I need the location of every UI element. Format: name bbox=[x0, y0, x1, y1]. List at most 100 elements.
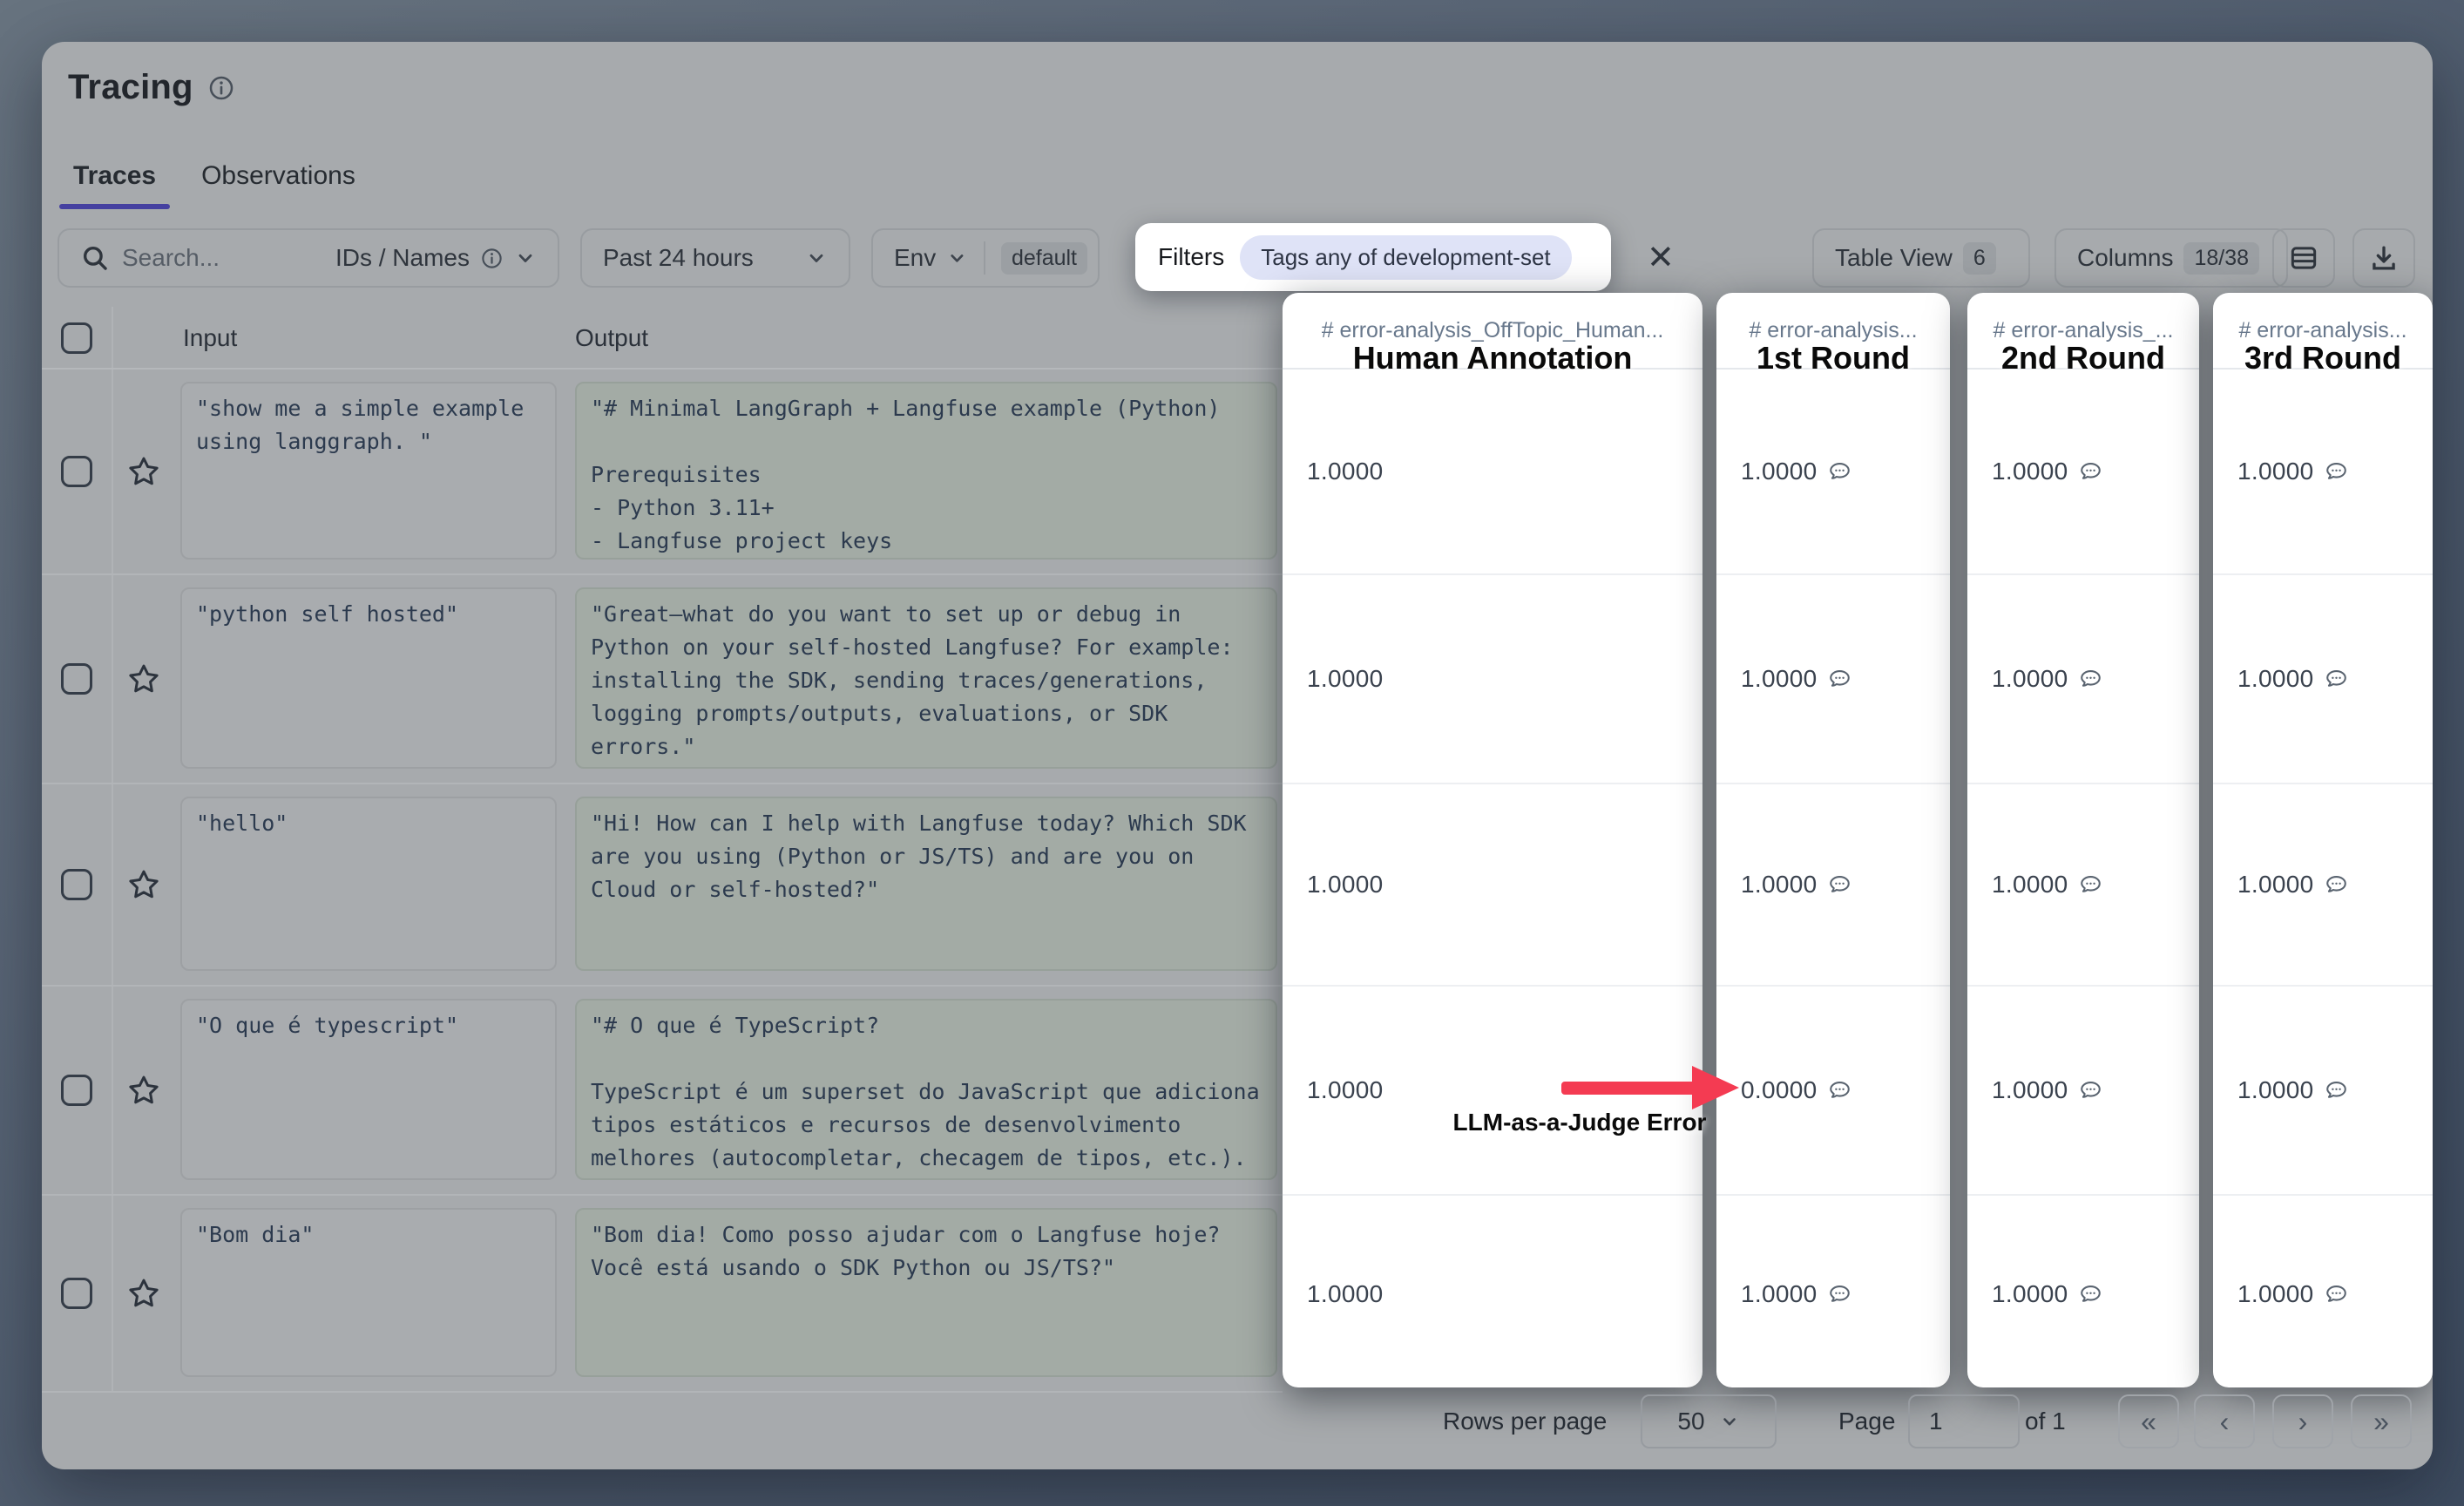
chevron-down-icon bbox=[805, 247, 828, 269]
output-cell[interactable]: "# O que é TypeScript? TypeScript é um s… bbox=[575, 999, 1277, 1180]
score-cell[interactable]: 1.0000 bbox=[1283, 784, 1702, 987]
comment-icon[interactable] bbox=[2078, 1078, 2103, 1103]
star-icon[interactable] bbox=[127, 1074, 160, 1107]
first-page-button[interactable]: « bbox=[2118, 1394, 2179, 1448]
table-row[interactable]: "Bom dia" "Bom dia! Como posso ajudar co… bbox=[42, 1196, 1283, 1393]
rows-per-page-value: 50 bbox=[1677, 1408, 1704, 1435]
table-row[interactable]: "hello" "Hi! How can I help with Langfus… bbox=[42, 784, 1283, 987]
comment-icon[interactable] bbox=[2324, 1282, 2349, 1307]
row-checkbox[interactable] bbox=[61, 869, 92, 900]
error-arrow-label: LLM-as-a-Judge Error bbox=[1405, 1109, 1754, 1136]
comment-icon[interactable] bbox=[1827, 459, 1852, 485]
score-cell[interactable]: 1.0000 bbox=[1716, 1196, 1950, 1387]
comment-icon[interactable] bbox=[1827, 872, 1852, 898]
input-cell[interactable]: "O que é typescript" bbox=[180, 999, 557, 1180]
search-box[interactable]: IDs / Names bbox=[58, 228, 559, 288]
column-header-output[interactable]: Output bbox=[575, 307, 648, 370]
row-checkbox[interactable] bbox=[61, 1278, 92, 1309]
comment-icon[interactable] bbox=[2078, 459, 2103, 485]
comment-icon[interactable] bbox=[1827, 1078, 1852, 1103]
page-number-input[interactable] bbox=[1908, 1394, 2020, 1448]
star-icon[interactable] bbox=[127, 662, 160, 695]
score-value: 1.0000 bbox=[1741, 1280, 1817, 1308]
star-icon[interactable] bbox=[127, 455, 160, 488]
output-cell[interactable]: "# Minimal LangGraph + Langfuse example … bbox=[575, 382, 1277, 560]
score-value: 1.0000 bbox=[1307, 1076, 1383, 1104]
score-column-1st-round: # error-analysis... 1st Round 1.0000 1.0… bbox=[1716, 293, 1950, 1387]
input-cell[interactable]: "Bom dia" bbox=[180, 1208, 557, 1377]
filters-button[interactable]: Filters Tags any of development-set bbox=[1135, 223, 1611, 291]
comment-icon[interactable] bbox=[2324, 459, 2349, 485]
filters-label: Filters bbox=[1158, 243, 1224, 271]
page-header: Tracing bbox=[68, 68, 235, 107]
column-header-input[interactable]: Input bbox=[183, 307, 237, 370]
table-row[interactable]: "O que é typescript" "# O que é TypeScri… bbox=[42, 987, 1283, 1196]
rows-per-page-label: Rows per page bbox=[1443, 1394, 1607, 1448]
tab-traces[interactable]: Traces bbox=[59, 148, 170, 204]
next-page-button[interactable]: › bbox=[2272, 1394, 2333, 1448]
rows-per-page-select[interactable]: 50 bbox=[1641, 1394, 1777, 1448]
tab-observations[interactable]: Observations bbox=[187, 148, 369, 204]
table-row[interactable]: "python self hosted" "Great—what do you … bbox=[42, 575, 1283, 784]
filter-pill[interactable]: Tags any of development-set bbox=[1240, 235, 1571, 280]
score-cell[interactable]: 1.0000 bbox=[1967, 370, 2199, 575]
input-cell[interactable]: "show me a simple example using langgrap… bbox=[180, 382, 557, 560]
error-arrow-icon bbox=[1561, 1060, 1741, 1116]
table-view-button[interactable]: Table View 6 bbox=[1812, 228, 2030, 288]
input-cell[interactable]: "python self hosted" bbox=[180, 587, 557, 769]
score-column-annotation: 3rd Round bbox=[2213, 340, 2433, 376]
table-view-label: Table View bbox=[1835, 244, 1953, 272]
row-checkbox[interactable] bbox=[61, 1075, 92, 1106]
export-button[interactable] bbox=[2352, 228, 2415, 288]
score-cell[interactable]: 1.0000 bbox=[2213, 784, 2433, 987]
comment-icon[interactable] bbox=[2078, 872, 2103, 898]
score-cell[interactable]: 1.0000 bbox=[2213, 575, 2433, 784]
comment-icon[interactable] bbox=[2324, 872, 2349, 898]
output-cell[interactable]: "Great—what do you want to set up or deb… bbox=[575, 587, 1277, 769]
score-cell[interactable]: 1.0000 bbox=[2213, 1196, 2433, 1387]
score-value: 1.0000 bbox=[1741, 665, 1817, 693]
row-checkbox[interactable] bbox=[61, 456, 92, 487]
row-checkbox[interactable] bbox=[61, 663, 92, 695]
select-all-checkbox[interactable] bbox=[61, 322, 92, 354]
columns-button[interactable]: Columns 18/38 bbox=[2054, 228, 2288, 288]
comment-icon[interactable] bbox=[2324, 1078, 2349, 1103]
row-height-button[interactable] bbox=[2272, 228, 2335, 288]
score-cell[interactable]: 1.0000 bbox=[1283, 575, 1702, 784]
info-icon[interactable] bbox=[207, 74, 235, 102]
star-icon[interactable] bbox=[127, 1277, 160, 1310]
search-input[interactable] bbox=[120, 243, 277, 273]
score-cell[interactable]: 1.0000 bbox=[1716, 575, 1950, 784]
score-cell[interactable]: 0.0000 bbox=[1716, 987, 1950, 1196]
table-view-count-badge: 6 bbox=[1963, 242, 1996, 275]
comment-icon[interactable] bbox=[2078, 1282, 2103, 1307]
score-cell[interactable]: 1.0000 bbox=[1716, 370, 1950, 575]
score-cell[interactable]: 1.0000 bbox=[2213, 987, 2433, 1196]
score-cell[interactable]: 1.0000 bbox=[1967, 575, 2199, 784]
prev-page-button[interactable]: ‹ bbox=[2194, 1394, 2255, 1448]
score-cell[interactable]: 1.0000 bbox=[1716, 784, 1950, 987]
input-cell[interactable]: "hello" bbox=[180, 797, 557, 971]
score-cell[interactable]: 1.0000 bbox=[1283, 1196, 1702, 1387]
time-range-button[interactable]: Past 24 hours bbox=[580, 228, 850, 288]
score-cell[interactable]: 1.0000 bbox=[2213, 370, 2433, 575]
comment-icon[interactable] bbox=[2324, 667, 2349, 692]
env-filter-button[interactable]: Env default bbox=[871, 228, 1100, 288]
output-cell[interactable]: "Bom dia! Como posso ajudar com o Langfu… bbox=[575, 1208, 1277, 1377]
next-page-icon: › bbox=[2298, 1406, 2308, 1438]
comment-icon[interactable] bbox=[2078, 667, 2103, 692]
score-cell[interactable]: 1.0000 bbox=[1967, 1196, 2199, 1387]
last-page-button[interactable]: » bbox=[2351, 1394, 2412, 1448]
comment-icon[interactable] bbox=[1827, 1282, 1852, 1307]
clear-filter-icon[interactable]: ✕ bbox=[1647, 232, 1675, 284]
comment-icon[interactable] bbox=[1827, 667, 1852, 692]
search-scope-label[interactable]: IDs / Names bbox=[335, 244, 470, 272]
screenshot-stage: Tracing Traces Observations IDs / Names … bbox=[0, 0, 2464, 1506]
score-cell[interactable]: 1.0000 bbox=[1283, 370, 1702, 575]
output-cell[interactable]: "Hi! How can I help with Langfuse today?… bbox=[575, 797, 1277, 971]
star-icon[interactable] bbox=[127, 868, 160, 901]
score-cell[interactable]: 1.0000 bbox=[1967, 987, 2199, 1196]
score-cell[interactable]: 1.0000 bbox=[1967, 784, 2199, 987]
score-value: 1.0000 bbox=[1307, 458, 1383, 485]
table-row[interactable]: "show me a simple example using langgrap… bbox=[42, 370, 1283, 575]
